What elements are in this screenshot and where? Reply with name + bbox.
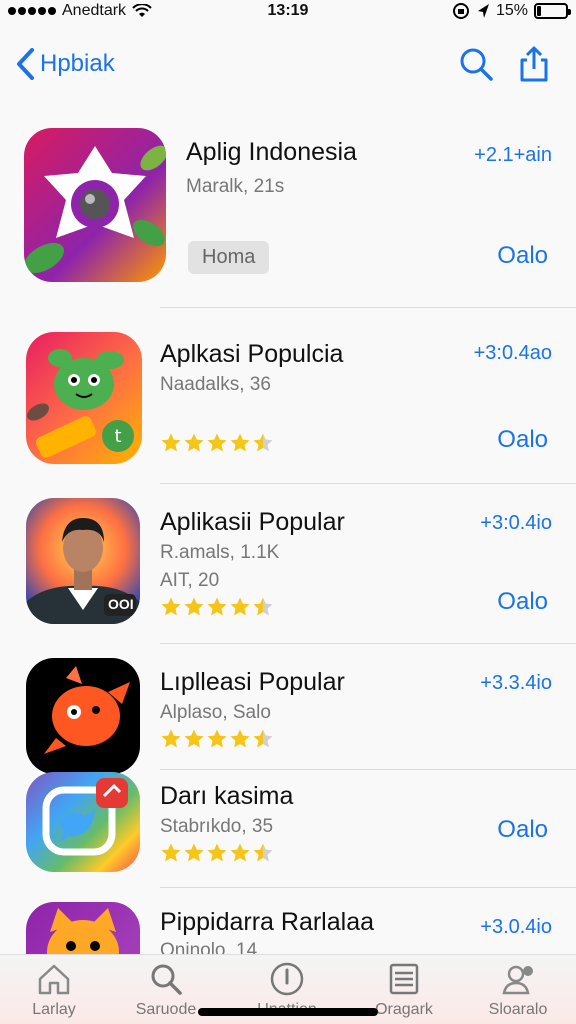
home-icon xyxy=(38,964,70,995)
price-label: +3:0.4ao xyxy=(473,342,552,364)
app-subtitle: Stabrıkdo, 35 xyxy=(160,816,274,837)
star-icon xyxy=(161,843,181,862)
star-rating xyxy=(160,432,274,454)
chevron-left-icon xyxy=(17,48,34,80)
star-icon xyxy=(253,597,273,616)
back-label: Hpbiak xyxy=(40,50,115,77)
alert-icon xyxy=(270,962,304,996)
star-icon xyxy=(207,433,227,452)
divider xyxy=(160,307,576,308)
app-name[interactable]: Aplkasi Populcia xyxy=(160,340,343,369)
app-name[interactable]: Aplikasii Popular xyxy=(160,508,345,537)
divider xyxy=(160,769,576,770)
star-icon xyxy=(184,843,204,862)
divider xyxy=(160,643,576,644)
app-name[interactable]: Darı kasima xyxy=(160,782,293,811)
camera-app-icon xyxy=(24,128,166,282)
app-name[interactable]: Lıplleasi Popular xyxy=(160,668,345,697)
star-rating xyxy=(160,728,274,750)
app-subtitle: R.amals, 1.1K xyxy=(160,542,280,563)
list-item[interactable]: Darı kasima Stabrıkdo, 35 Oalo xyxy=(0,772,576,888)
tab-label: Sloaralo xyxy=(488,1001,548,1018)
price-label: +3:0.4io xyxy=(480,512,552,534)
list-item[interactable]: t Aplkasi Populcia Naadalks, 36 +3:0.4ao… xyxy=(0,310,576,484)
app-subtitle: Naadalks, 36 xyxy=(160,374,271,395)
star-rating xyxy=(160,842,274,864)
list-item[interactable]: Aplig Indonesia Maralk, 21s Homa +2.1+ai… xyxy=(0,110,576,308)
home-indicator xyxy=(198,1008,378,1016)
profile-icon xyxy=(502,965,533,995)
price-label: +3.3.4io xyxy=(480,672,552,694)
status-right: 15% xyxy=(452,2,571,20)
app-subtitle: Alplaso, Salo xyxy=(160,702,271,723)
tab-library[interactable]: Larlay xyxy=(4,961,104,1019)
category-badge: Homa xyxy=(188,241,270,274)
star-icon xyxy=(207,729,227,748)
star-icon xyxy=(184,433,204,452)
star-icon xyxy=(230,433,250,452)
app-subtitle-secondary: AIT, 20 xyxy=(160,570,220,591)
status-bar: Anedtark 13:19 15% xyxy=(0,0,576,24)
nav-bar: Hpbiak xyxy=(0,36,576,96)
svg-text:t: t xyxy=(114,426,121,447)
location-icon xyxy=(477,4,489,18)
list-item[interactable]: OOI Aplikasii Popular R.amals, 1.1K AIT,… xyxy=(0,486,576,644)
tab-label: Larlay xyxy=(32,1001,76,1018)
get-button[interactable]: Oalo xyxy=(497,816,548,844)
star-icon xyxy=(161,729,181,748)
green-creature-app-icon: t xyxy=(26,332,142,464)
star-icon xyxy=(161,433,181,452)
bird-chat-app-icon xyxy=(26,772,140,872)
portrait-app-icon: OOI xyxy=(26,498,140,624)
star-icon xyxy=(253,843,273,862)
star-icon xyxy=(184,729,204,748)
star-icon xyxy=(207,597,227,616)
search-icon xyxy=(151,964,182,995)
get-button[interactable]: Oalo xyxy=(497,588,548,616)
star-icon xyxy=(230,843,250,862)
back-button[interactable]: Hpbiak xyxy=(14,46,115,82)
list-item[interactable]: Pippidarra Rarlalaa Oninolo, 14 +3.0.4io xyxy=(0,892,576,954)
orange-bird-app-icon xyxy=(26,658,140,774)
star-icon xyxy=(161,597,181,616)
divider xyxy=(160,887,576,888)
app-subtitle: Maralk, 21s xyxy=(186,176,285,197)
battery-percent: 15% xyxy=(495,2,528,19)
icon-overlay-label: OOI xyxy=(108,596,134,612)
price-label: +3.0.4io xyxy=(480,916,552,938)
star-icon xyxy=(253,729,273,748)
tab-profile[interactable]: Sloaralo xyxy=(468,961,568,1019)
battery-icon xyxy=(534,3,571,19)
search-icon[interactable] xyxy=(456,44,496,84)
star-icon xyxy=(230,729,250,748)
star-icon xyxy=(184,597,204,616)
list-icon xyxy=(389,963,419,995)
star-icon xyxy=(207,843,227,862)
share-icon[interactable] xyxy=(514,44,554,84)
star-rating xyxy=(160,596,274,618)
divider xyxy=(160,483,576,484)
list-item[interactable]: Lıplleasi Popular Alplaso, Salo +3.3.4io xyxy=(0,646,576,774)
star-icon xyxy=(253,433,273,452)
app-name[interactable]: Aplig Indonesia xyxy=(186,138,357,167)
get-button[interactable]: Oalo xyxy=(497,426,548,454)
cat-app-icon xyxy=(26,902,140,954)
lock-rotation-icon xyxy=(452,3,469,19)
price-label: +2.1+ain xyxy=(474,144,552,166)
get-button[interactable]: Oalo xyxy=(497,242,548,270)
app-name[interactable]: Pippidarra Rarlalaa xyxy=(160,908,374,937)
app-subtitle: Oninolo, 14 xyxy=(160,940,258,954)
star-icon xyxy=(230,597,250,616)
